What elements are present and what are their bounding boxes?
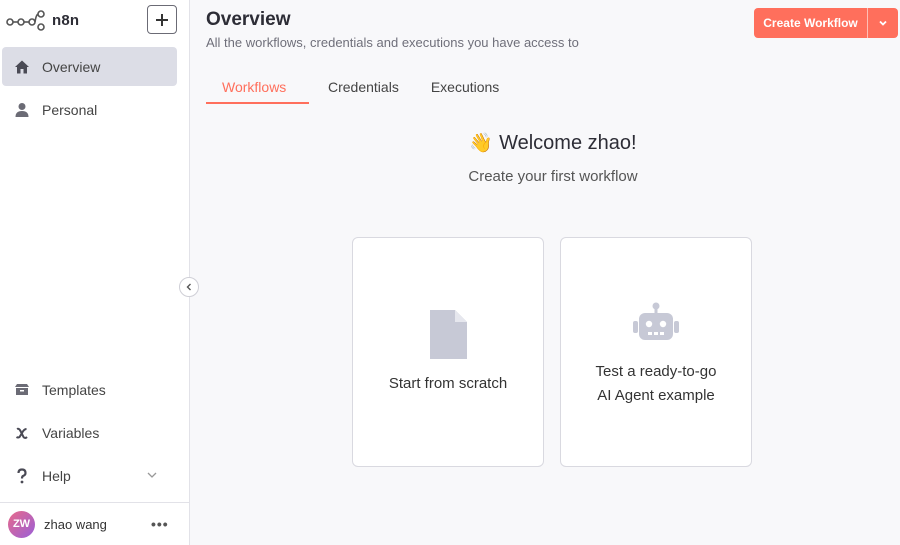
plus-icon	[156, 13, 168, 26]
create-workflow-button[interactable]: Create Workflow	[754, 8, 867, 38]
sidebar-item-label: Templates	[42, 381, 106, 398]
more-options-icon[interactable]: •••	[151, 516, 169, 532]
variable-x-icon	[14, 425, 30, 441]
create-workflow-button-group: Create Workflow	[754, 8, 898, 38]
sidebar: n8n Overview Personal Templates Variable…	[0, 0, 190, 545]
sidebar-item-overview[interactable]: Overview	[2, 47, 177, 86]
start-from-scratch-card[interactable]: Start from scratch	[352, 237, 544, 467]
tab-credentials[interactable]: Credentials	[312, 70, 415, 104]
collapse-sidebar-button[interactable]	[179, 277, 199, 297]
sidebar-item-label: Variables	[42, 424, 100, 441]
sidebar-item-label: Help	[42, 467, 71, 484]
logo-text: n8n	[52, 11, 80, 29]
card-label: Test a ready-to-go AI Agent example	[561, 360, 751, 408]
question-icon	[14, 467, 30, 484]
create-dropdown-button[interactable]	[868, 8, 898, 38]
add-button[interactable]	[147, 5, 177, 34]
tab-workflows[interactable]: Workflows	[206, 70, 309, 104]
welcome-heading: 👋 Welcome zhao!	[206, 131, 900, 155]
user-name: zhao wang	[44, 516, 107, 532]
chevron-left-icon	[186, 283, 191, 291]
sidebar-item-personal[interactable]: Personal	[2, 90, 177, 129]
chevron-down-icon	[879, 20, 887, 26]
card-label: Start from scratch	[388, 375, 508, 392]
welcome-title: Welcome zhao!	[499, 132, 637, 154]
sidebar-item-help[interactable]: Help	[2, 456, 177, 495]
sidebar-item-label: Personal	[42, 101, 98, 118]
templates-box-icon	[14, 382, 30, 398]
user-icon	[14, 102, 30, 118]
page-title: Overview	[206, 9, 291, 30]
welcome-subtitle: Create your first workflow	[468, 168, 638, 185]
robot-icon	[561, 302, 751, 342]
sidebar-item-label: Overview	[42, 58, 101, 75]
sidebar-item-templates[interactable]: Templates	[2, 370, 177, 409]
page-subtitle: All the workflows, credentials and execu…	[206, 35, 579, 50]
chevron-down-icon	[147, 472, 157, 478]
user-menu[interactable]: ZW zhao wang •••	[0, 502, 190, 545]
waving-hand-icon: 👋	[469, 133, 494, 154]
card-label-line: AI Agent example	[597, 387, 715, 404]
sidebar-item-variables[interactable]: Variables	[2, 413, 177, 452]
card-label-line: Test a ready-to-go	[595, 363, 717, 380]
tabs: Workflows Credentials Executions	[206, 70, 515, 104]
n8n-logo-icon	[6, 10, 45, 31]
tab-executions[interactable]: Executions	[415, 70, 515, 104]
home-icon	[14, 59, 30, 75]
ai-agent-example-card[interactable]: Test a ready-to-go AI Agent example	[560, 237, 752, 467]
avatar: ZW	[8, 510, 35, 538]
file-icon	[353, 310, 543, 359]
